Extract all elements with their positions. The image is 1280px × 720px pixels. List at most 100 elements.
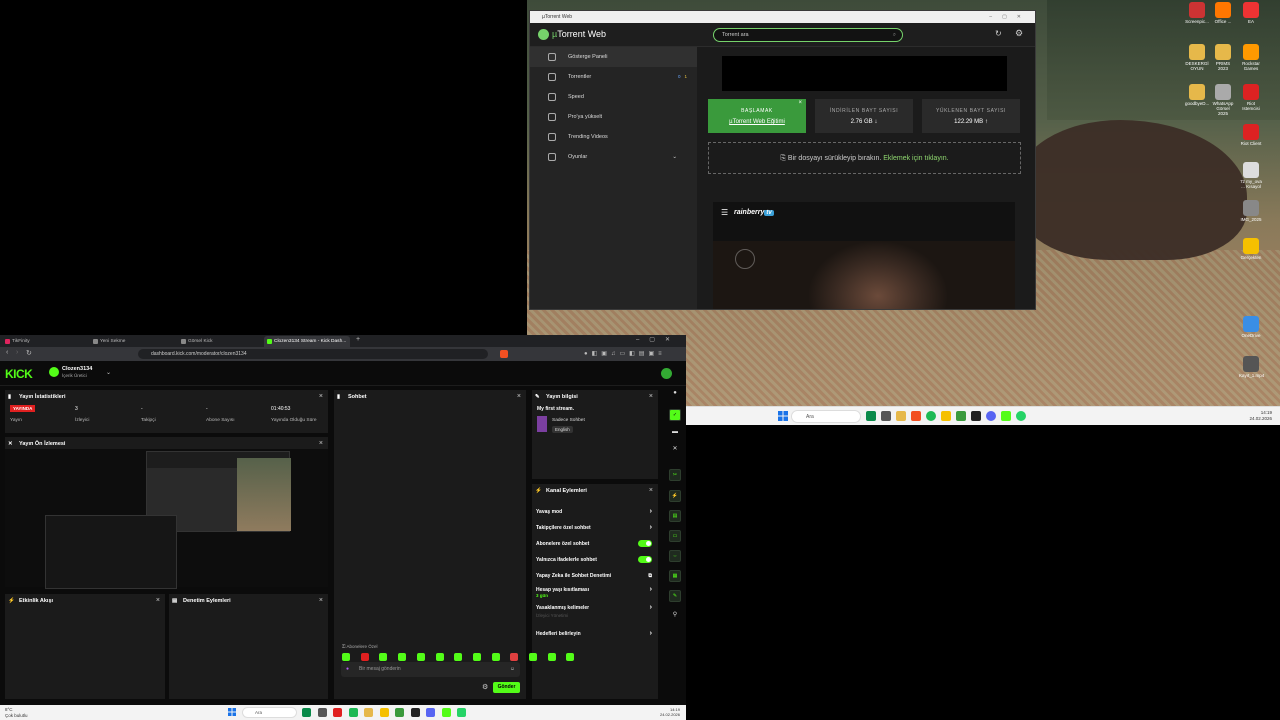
close-icon[interactable]: ×: [319, 440, 323, 447]
desktop-icon[interactable]: IMG_2025: [1239, 200, 1263, 223]
channel-action-row[interactable]: Hesap yaşı kısıtlaması 3 gün ›: [536, 582, 652, 598]
utorrent-titlebar[interactable]: µTorrent Web –▢✕: [530, 11, 1035, 23]
brave-icon[interactable]: [333, 708, 342, 717]
card-value[interactable]: µTorrent Web Eğitimi: [708, 119, 806, 125]
browser-tab[interactable]: Görsel Kick: [178, 336, 264, 347]
video-thumbnail[interactable]: [713, 241, 1015, 309]
file-explorer-icon[interactable]: [364, 708, 373, 717]
file-explorer-icon[interactable]: [896, 411, 906, 421]
spotify-icon[interactable]: [926, 411, 936, 421]
emote-icon[interactable]: [416, 653, 425, 661]
close-icon[interactable]: ×: [319, 597, 323, 604]
info-icon[interactable]: ●: [670, 390, 680, 400]
emote-icon[interactable]: [547, 653, 556, 661]
app-icon-dark[interactable]: [410, 708, 420, 717]
chevron-down-icon[interactable]: ⌄: [106, 369, 111, 376]
note-icon[interactable]: ▤: [669, 510, 681, 522]
layout-icon[interactable]: ▬: [670, 429, 680, 439]
app-icon-dark[interactable]: [971, 411, 981, 421]
emote-icon[interactable]: [566, 653, 575, 661]
chat-input[interactable]: ● Bir mesaj gönderin ☺: [341, 662, 520, 677]
sword-icon[interactable]: ✂: [669, 469, 681, 481]
utorrent-icon[interactable]: [956, 411, 966, 421]
taskbar-search[interactable]: Ara: [242, 707, 297, 718]
desktop-icon[interactable]: WhatsApp Görsel 2025: [1211, 84, 1235, 117]
desktop-icon[interactable]: Screenpic...: [1185, 2, 1209, 25]
emote-icon[interactable]: [491, 653, 500, 661]
drop-link[interactable]: Eklemek için tıklayın.: [883, 155, 948, 162]
close-icon[interactable]: ✕: [670, 445, 680, 455]
browser-tab[interactable]: Yeni Sekme: [90, 336, 176, 347]
sidebar-item-games[interactable]: Oyunlar ⌄: [530, 147, 697, 167]
discord-icon[interactable]: [426, 708, 435, 717]
utorrent-icon[interactable]: [395, 708, 404, 717]
history-icon[interactable]: ↻: [995, 29, 1002, 38]
menu-icon[interactable]: ☰: [721, 208, 728, 217]
desktop-icon[interactable]: DESKERGİ OYUN: [1185, 44, 1209, 72]
torrent-search-input[interactable]: Torrent ara ⌕: [713, 28, 903, 42]
channel-action-row[interactable]: Hedefleri belirleyin ›: [536, 626, 652, 642]
sidebar-item-trending-videos[interactable]: Trending Videos: [530, 127, 697, 147]
sidebar-item-upgrade-pro[interactable]: Pro'ya yükselt: [530, 107, 697, 127]
weather-widget[interactable]: 8°C Çok bulutlu: [5, 707, 28, 719]
close-icon[interactable]: ×: [156, 597, 160, 604]
settings-icon[interactable]: ⚙: [482, 683, 488, 691]
play-icon[interactable]: [735, 249, 755, 269]
extensions-icons[interactable]: ●◧▣♫▭◧▤▣≡: [584, 350, 674, 358]
task-view-icon[interactable]: [881, 411, 891, 421]
app-icon[interactable]: [302, 708, 311, 717]
kick-icon[interactable]: [441, 708, 451, 717]
desktop-icon[interactable]: goodbyeD...: [1185, 84, 1209, 107]
channel-action-row[interactable]: Yalnızca ifadelerle sohbet: [536, 552, 652, 568]
desktop-icon[interactable]: OneDrive: [1239, 316, 1263, 339]
emoji-icon[interactable]: ☺: [510, 662, 515, 677]
pencil-icon[interactable]: ✎: [669, 590, 681, 602]
emote-icon[interactable]: [342, 653, 350, 661]
desktop-icon[interactable]: Gerçekten: [1239, 238, 1263, 261]
brave-shield-icon[interactable]: [500, 350, 508, 358]
window-controls[interactable]: –▢✕: [989, 11, 1031, 23]
close-icon[interactable]: ×: [517, 393, 521, 400]
discord-icon[interactable]: [986, 411, 996, 421]
expand-icon[interactable]: ⇔: [669, 550, 681, 562]
address-bar[interactable]: dashboard.kick.com/moderator/clozen3134: [138, 349, 488, 359]
card-getting-started[interactable]: BAŞLAMAK µTorrent Web Eğitimi ×: [708, 99, 806, 133]
close-icon[interactable]: ×: [649, 393, 653, 400]
desktop-icon[interactable]: EA: [1239, 2, 1263, 25]
browser-tab[interactable]: Clozen3134 Stream - Kick Dash...: [264, 336, 350, 347]
emote-icon[interactable]: [454, 653, 463, 661]
close-icon[interactable]: ×: [649, 487, 653, 494]
desktop-icon[interactable]: PRIMS 2023: [1211, 44, 1235, 72]
close-icon[interactable]: ×: [319, 393, 323, 400]
close-icon[interactable]: ×: [798, 100, 802, 106]
desktop-icon[interactable]: 7z my_ova ... Kısayol: [1239, 162, 1263, 190]
toggle-switch[interactable]: [638, 556, 652, 563]
back-icon[interactable]: ‹: [6, 349, 8, 356]
stream-category[interactable]: Sadece Sohbet: [552, 418, 585, 423]
new-tab-icon[interactable]: +: [356, 336, 360, 343]
emote-icon[interactable]: [398, 653, 407, 661]
card-icon[interactable]: ▦: [669, 570, 681, 582]
stream-title[interactable]: My first stream.: [537, 406, 574, 412]
profile-avatar[interactable]: [661, 368, 672, 379]
drop-zone[interactable]: ⎘ Bir dosyayı sürükleyip bırakın. Ekleme…: [708, 142, 1021, 174]
reload-icon[interactable]: ↻: [26, 349, 32, 357]
brave-icon[interactable]: [911, 411, 921, 421]
kick-icon[interactable]: [1001, 411, 1011, 421]
taskbar-clock[interactable]: 14:19 24.02.2026: [660, 707, 680, 717]
channel-action-row[interactable]: Yavaş mod ›: [536, 504, 652, 520]
emote-icon[interactable]: [472, 653, 481, 661]
channel-switcher[interactable]: Clozen3134 İçerik Üretici: [62, 366, 92, 378]
whatsapp-icon[interactable]: [1016, 411, 1026, 421]
send-button[interactable]: Gönder: [493, 682, 520, 693]
desktop-icon[interactable]: Rockstar Games: [1239, 44, 1263, 72]
windows-start-icon[interactable]: [228, 708, 236, 716]
app-icon[interactable]: [866, 411, 876, 421]
window-controls[interactable]: –▢✕: [636, 336, 680, 343]
bolt-icon[interactable]: ⚡: [669, 490, 681, 502]
emote-icon[interactable]: [379, 653, 388, 661]
desktop-icon[interactable]: Riot Istemcisi: [1239, 84, 1263, 112]
sidebar-item-torrents[interactable]: Torrentler 0 1: [530, 67, 697, 87]
channel-action-row[interactable]: Abonelere özel sohbet: [536, 536, 652, 552]
chat-icon[interactable]: ▭: [669, 530, 681, 542]
